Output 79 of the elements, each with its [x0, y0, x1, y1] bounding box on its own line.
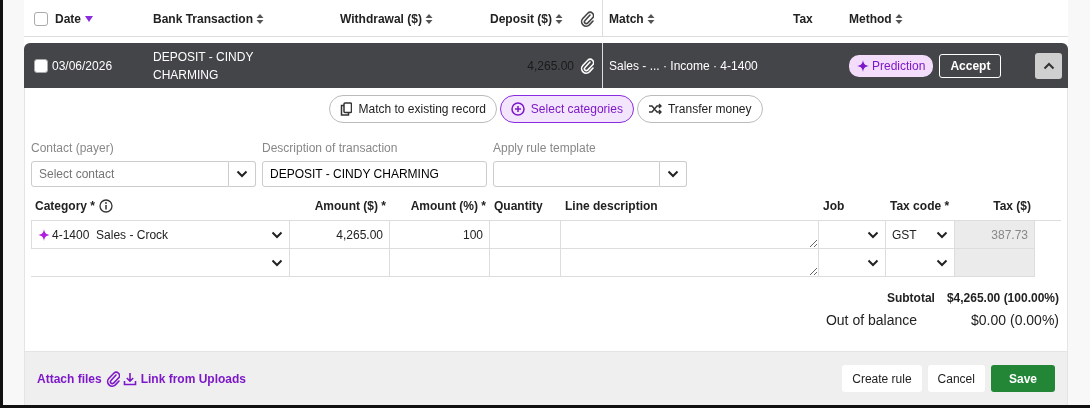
chevron-down-icon	[936, 230, 948, 239]
link[interactable]: Link from Uploads	[122, 369, 247, 388]
sort-icon[interactable]	[894, 12, 903, 25]
chevron-down-icon	[236, 170, 248, 178]
chevron-down-icon	[271, 258, 283, 267]
chevron-down-icon	[936, 258, 948, 267]
sort-icon[interactable]	[424, 12, 433, 25]
action-button[interactable]: Create rule	[842, 365, 922, 392]
field-label: Contact (payer)	[31, 140, 115, 157]
chevron-down-icon	[667, 170, 679, 178]
field-label: Description of transaction	[262, 140, 399, 157]
chevron-down-icon	[271, 230, 283, 239]
column-header: Tax code *	[890, 198, 950, 215]
column-header: Tax ($)	[993, 198, 1031, 215]
paperclip-icon	[580, 58, 594, 75]
percent-field[interactable]: 100	[390, 221, 490, 249]
dropdown-button[interactable]	[660, 161, 687, 187]
column-header: Job	[823, 198, 845, 215]
column-header[interactable]: Date	[55, 9, 81, 28]
amount-field[interactable]: 4,265.00	[290, 221, 390, 249]
column-header: Amount (%) *	[410, 198, 486, 215]
total-label: Subtotal	[886, 290, 935, 307]
select-all-checkbox[interactable]	[34, 11, 48, 26]
sort-icon[interactable]	[646, 12, 655, 25]
paperclip-icon	[105, 370, 120, 387]
column-header: Category *	[35, 198, 96, 215]
action-button[interactable]: Cancel	[927, 365, 985, 392]
column-header: Amount ($) *	[314, 198, 386, 215]
chevron-down-icon	[867, 258, 879, 267]
prediction-badge: Prediction	[849, 54, 934, 77]
column-header[interactable]: Withdrawal ($)	[340, 9, 422, 28]
match-text: Sales - ... · Income · 4-1400	[609, 57, 758, 75]
mode-button[interactable]: Select categories	[499, 95, 634, 123]
total-label: Out of balance	[825, 311, 917, 330]
quantity-field[interactable]	[490, 221, 561, 249]
sort-descending-icon[interactable]	[84, 14, 94, 23]
plus-circle-icon	[510, 102, 525, 116]
chevron-up-icon	[1042, 61, 1055, 70]
select-field[interactable]: Select contact	[31, 161, 229, 187]
category-select[interactable]: 4-1400 Sales - Crock	[31, 221, 290, 249]
tax-code-select[interactable]: GST	[886, 221, 955, 249]
tax-amount: 387.73	[955, 221, 1035, 249]
tax-code-select[interactable]	[886, 249, 955, 277]
mode-button[interactable]: Transfer money	[636, 95, 763, 123]
date-text: 03/06/2026	[52, 57, 113, 75]
download-icon	[122, 371, 137, 386]
percent-field[interactable]	[390, 249, 490, 277]
column-header[interactable]: Bank Transaction	[153, 9, 254, 28]
category-select[interactable]	[31, 249, 290, 277]
job-select[interactable]	[819, 221, 886, 249]
expand-toggle-button[interactable]	[1035, 52, 1062, 79]
dropdown-button[interactable]	[229, 161, 256, 187]
select-field[interactable]	[493, 161, 660, 187]
paperclip-icon	[580, 10, 594, 27]
mode-button[interactable]: Match to existing record	[329, 95, 497, 123]
column-header[interactable]: Method	[849, 9, 892, 28]
amount-field[interactable]	[290, 249, 390, 277]
accept-button[interactable]: Accept	[939, 53, 1002, 78]
column-header: Quantity	[494, 198, 543, 215]
sparkle-icon	[857, 59, 869, 72]
field-label: Apply rule template	[493, 140, 597, 157]
column-header[interactable]: Match	[609, 9, 644, 28]
quantity-field[interactable]	[490, 249, 561, 277]
sort-icon[interactable]	[256, 12, 265, 25]
link[interactable]: Attach files	[37, 369, 120, 388]
total-value: $0.00 (0.00%)	[970, 311, 1059, 330]
sort-icon[interactable]	[555, 12, 563, 25]
column-header: Line description	[565, 198, 658, 215]
copy-icon	[340, 102, 353, 116]
input-field[interactable]: DEPOSIT - CINDY CHARMING	[262, 161, 487, 187]
column-header: Tax	[793, 10, 813, 28]
total-value: $4,265.00 (100.00%)	[946, 290, 1059, 307]
column-header[interactable]: Deposit ($)	[490, 9, 552, 28]
job-select[interactable]	[819, 249, 886, 277]
bank-transaction-text: DEPOSIT - CINDY CHARMING	[153, 48, 255, 84]
shuffle-icon	[647, 103, 662, 115]
save-button[interactable]: Save	[990, 365, 1055, 392]
row-checkbox[interactable]	[34, 58, 48, 73]
chevron-down-icon	[867, 230, 879, 239]
